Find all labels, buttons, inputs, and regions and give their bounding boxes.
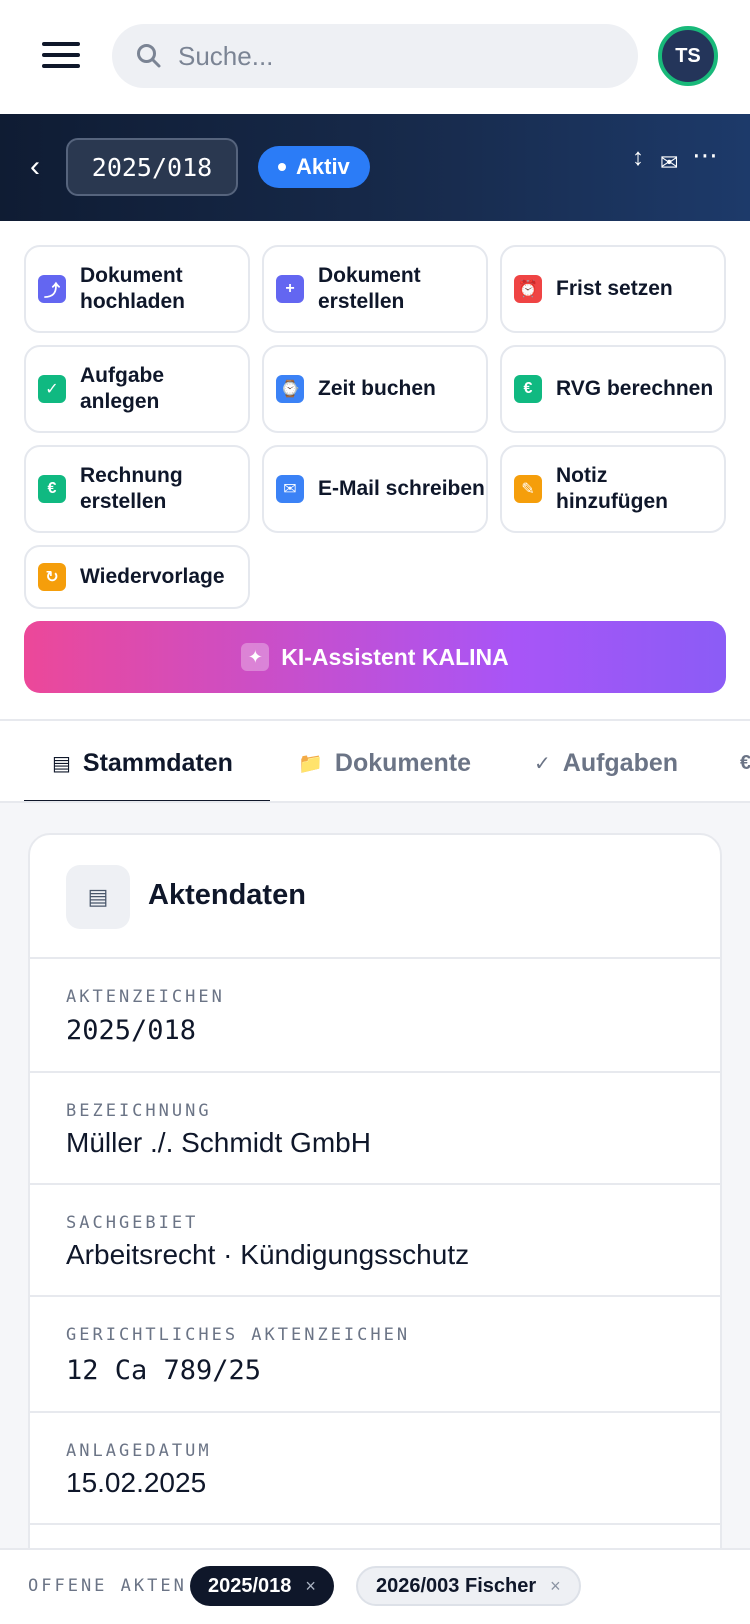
action-calc-rvg[interactable]: € RVG berechnen [500,345,726,433]
watch-icon: ⌚ [276,375,304,403]
case-header: ‹ 2025/018 Aktiv ↕ ✉ ⋯ [0,114,750,221]
open-cases-label: OFFENE AKTEN [28,1576,187,1596]
field-label: GERICHTLICHES AKTENZEICHEN [66,1325,411,1345]
action-add-note[interactable]: ✎ Notiz hinzufügen [500,445,726,533]
tab-dokumente[interactable]: 📁 Dokumente [298,721,472,801]
tab-bar: ▤ Stammdaten 📁 Dokumente ✓ Aufgaben € [0,719,750,803]
top-bar: TS [0,0,750,114]
field-label: BEZEICHNUNG [66,1101,212,1121]
list-icon: ▤ [52,752,71,775]
sparkle-icon: ✦ [241,643,270,671]
envelope-icon: ✉ [276,475,304,503]
action-label: RVG berechnen [556,377,714,400]
euro-icon: € [514,375,542,403]
field-anlagedatum: ANLAGEDATUM 15.02.2025 [30,1413,720,1525]
ai-assistant-label: KI-Assistent KALINA [281,643,509,670]
case-data-card: ▤ Aktendaten AKTENZEICHEN 2025/018 BEZEI… [28,833,722,1573]
upload-icon: ⤴ [38,275,66,303]
quick-actions: ⤴ Dokument hochladen + Dokument erstellen … [0,221,750,719]
tab-aufgaben[interactable]: ✓ Aufgaben [534,721,679,801]
euro-icon: € [38,475,66,503]
list-icon: ▤ [66,865,130,929]
search-icon [137,44,161,68]
back-chevron-icon[interactable]: ‹ [30,150,40,184]
action-label: Frist setzen [556,277,673,300]
close-icon[interactable]: × [305,1576,316,1597]
alarm-clock-icon: ⏰ [514,275,542,303]
search-input[interactable] [178,24,618,88]
action-label: Notiz hinzufügen [556,464,668,513]
ai-assistant-button[interactable]: ✦ KI-Assistent KALINA [24,621,726,693]
tab-finance[interactable]: € [740,721,750,801]
pencil-icon: ✎ [514,475,542,503]
field-label: SACHGEBIET [66,1213,199,1233]
more-icon[interactable]: ⋯ [692,140,718,171]
tab-stammdaten[interactable]: ▤ Stammdaten [52,721,233,801]
field-value: Müller ./. Schmidt GmbH [66,1127,371,1158]
action-label: Aufgabe anlegen [80,364,164,413]
chip-label: 2026/003 Fischer [376,1574,537,1597]
action-create-document[interactable]: + Dokument erstellen [262,245,488,333]
field-label: AKTENZEICHEN [66,987,225,1007]
euro-icon: € [740,752,750,775]
action-write-email[interactable]: ✉ E-Mail schreiben [262,445,488,533]
action-label: E-Mail schreiben [318,477,485,500]
card-header: ▤ Aktendaten [30,835,720,959]
open-cases-bar: OFFENE AKTEN 2025/018 × 2026/003 Fischer × [0,1548,750,1624]
action-create-invoice[interactable]: € Rechnung erstellen [24,445,250,533]
action-label: Dokument erstellen [318,264,421,313]
field-value: Arbeitsrecht · Kündigungsschutz [66,1239,470,1270]
open-case-chip[interactable]: 2026/003 Fischer × [356,1566,581,1606]
check-icon: ✓ [38,375,66,403]
field-aktenzeichen: AKTENZEICHEN 2025/018 [30,959,720,1073]
active-tab-indicator [24,800,270,801]
field-court-reference: GERICHTLICHES AKTENZEICHEN 12 Ca 789/25 [30,1297,720,1413]
field-value: 15.02.2025 [66,1467,207,1498]
refresh-icon: ↻ [38,563,66,591]
status-label: Aktiv [296,154,350,179]
open-case-chip-active[interactable]: 2025/018 × [190,1566,334,1606]
close-icon[interactable]: × [550,1576,561,1597]
check-icon: ✓ [534,752,551,775]
action-label: Wiedervorlage [80,565,225,588]
avatar[interactable]: TS [658,26,718,86]
tab-label: Dokumente [334,748,472,777]
action-resubmission[interactable]: ↻ Wiedervorlage [24,545,250,609]
folder-icon: 📁 [298,752,323,775]
field-label: ANLAGEDATUM [66,1441,212,1461]
tab-label: Stammdaten [82,748,233,777]
search-bar[interactable] [112,24,638,88]
card-title: Aktendaten [148,879,306,911]
action-label: Zeit buchen [318,377,436,400]
action-label: Rechnung erstellen [80,464,183,513]
action-set-deadline[interactable]: ⏰ Frist setzen [500,245,726,333]
menu-icon[interactable] [42,38,80,72]
field-bezeichnung: BEZEICHNUNG Müller ./. Schmidt GmbH [30,1073,720,1185]
field-sachgebiet: SACHGEBIET Arbeitsrecht · Kündigungsschu… [30,1185,720,1297]
field-value: 2025/018 [66,1015,197,1046]
sort-icon[interactable]: ↕ [632,144,644,172]
plus-icon: + [276,275,304,303]
action-book-time[interactable]: ⌚ Zeit buchen [262,345,488,433]
mail-icon[interactable]: ✉ [660,150,678,176]
field-value: 12 Ca 789/25 [66,1355,262,1386]
action-create-task[interactable]: ✓ Aufgabe anlegen [24,345,250,433]
action-upload-document[interactable]: ⤴ Dokument hochladen [24,245,250,333]
case-number: 2025/018 [66,138,238,196]
tab-label: Aufgaben [562,748,679,777]
status-badge: Aktiv [258,146,370,188]
chip-label: 2025/018 [208,1574,292,1597]
action-label: Dokument hochladen [80,264,186,313]
